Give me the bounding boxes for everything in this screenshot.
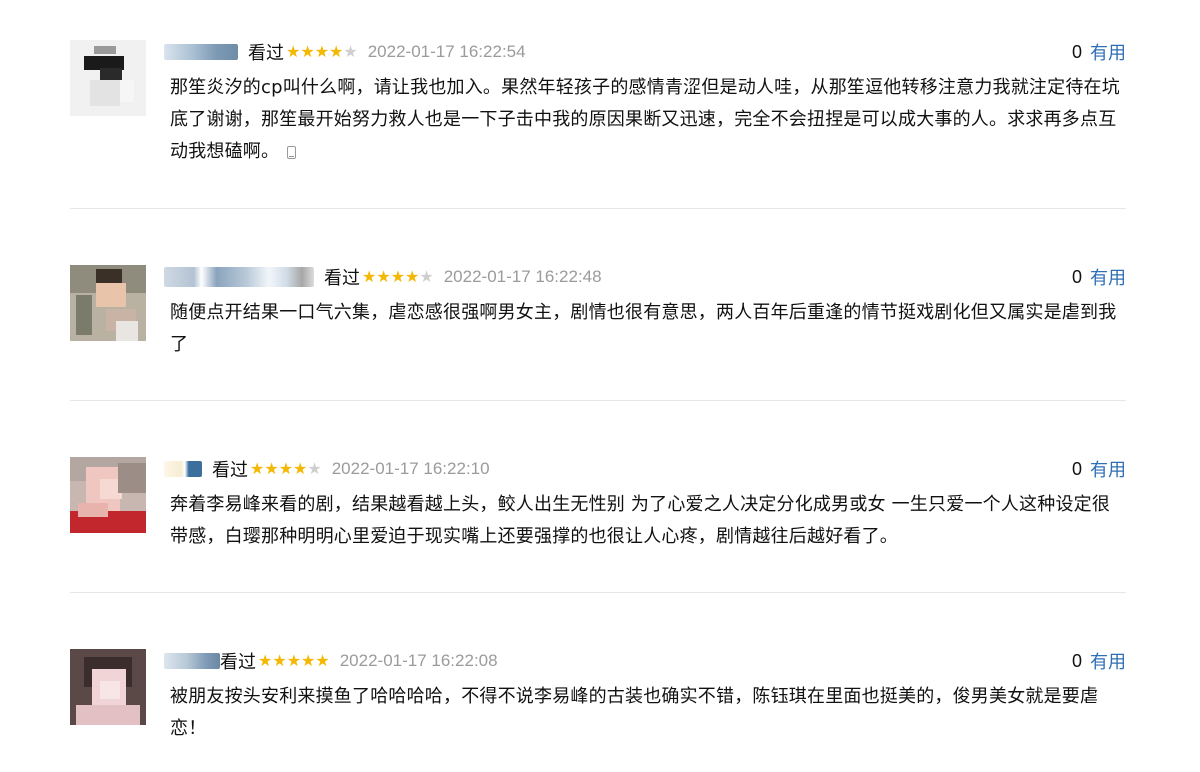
rating-stars: ★ ★ ★ ★ ★ [250,461,322,477]
useful-link[interactable]: 有用 [1090,648,1126,674]
star-filled-icon: ★ [293,459,308,478]
star-filled-icon: ★ [301,651,316,670]
useful-link[interactable]: 有用 [1090,39,1126,65]
star-filled-icon: ★ [390,267,406,286]
rating-stars: ★ ★ ★ ★ ★ [258,653,330,669]
votes: 0 有用 [1071,648,1126,674]
phone-icon [287,146,297,159]
review-text: 被朋友按头安利来摸鱼了哈哈哈哈，不得不说李易峰的古装也确实不错，陈钰琪在里面也挺… [170,686,1099,739]
avatar[interactable] [70,457,146,533]
watch-status: 看过 [324,268,360,289]
watch-status: 看过 [212,460,248,481]
review-time: 2022-01-17 16:22:10 [331,459,490,478]
review-meta: 看过 ★ ★ ★ ★ ★ 2022-01-17 16:22:54 [164,40,1126,64]
username-blurred[interactable] [164,267,314,287]
vote-count: 0 [1071,266,1082,287]
star-filled-icon: ★ [264,459,279,478]
useful-link[interactable]: 有用 [1090,264,1126,290]
star-filled-icon: ★ [329,42,344,61]
star-filled-icon: ★ [405,267,420,286]
useful-link[interactable]: 有用 [1090,456,1126,482]
star-filled-icon: ★ [314,42,330,61]
username-blurred[interactable] [164,653,220,669]
avatar[interactable] [70,265,146,341]
review-meta: 看过 ★ ★ ★ ★ ★ 2022-01-17 16:22:08 [164,649,1126,673]
vote-count: 0 [1071,41,1082,62]
vote-count: 0 [1071,458,1082,479]
votes: 0 有用 [1071,456,1126,482]
watch-status: 看过 [220,652,256,673]
review-item: 看过 ★ ★ ★ ★ ★ 2022-01-17 16:22:54 0 有用 那笙炎汐的c… [70,40,1126,180]
divider [70,208,1126,209]
review-text: 随便点开结果一口气六集，虐恋感很强啊男女主，剧情也很有意思，两人百年后重逢的情节… [170,302,1117,355]
avatar[interactable] [70,40,146,116]
divider [70,592,1126,593]
rating-stars: ★ ★ ★ ★ ★ [286,44,358,60]
star-empty-icon: ★ [307,459,322,478]
review-text: 那笙炎汐的cp叫什么啊，请让我也加入。果然年轻孩子的感情青涩但是动人哇，从那笙逗… [170,77,1120,162]
username-blurred[interactable] [164,461,202,477]
star-filled-icon: ★ [278,459,294,478]
watch-status: 看过 [248,43,284,64]
review-text-block: 奔着李易峰来看的剧，结果越看越上头，鲛人出生无性别 为了心爱之人决定分化成男或女… [170,489,1128,553]
star-filled-icon: ★ [376,267,391,286]
star-filled-icon: ★ [250,459,265,478]
star-filled-icon: ★ [300,42,315,61]
vote-count: 0 [1071,650,1082,671]
votes: 0 有用 [1071,264,1126,290]
review-text: 奔着李易峰来看的剧，结果越看越上头，鲛人出生无性别 为了心爱之人决定分化成男或女… [170,494,1111,547]
review-time: 2022-01-17 16:22:48 [443,267,602,286]
review-time: 2022-01-17 16:22:08 [339,651,498,670]
star-filled-icon: ★ [258,651,273,670]
star-empty-icon: ★ [343,42,358,61]
review-text-block: 随便点开结果一口气六集，虐恋感很强啊男女主，剧情也很有意思，两人百年后重逢的情节… [170,297,1128,361]
star-empty-icon: ★ [419,267,434,286]
divider [70,400,1126,401]
star-filled-icon: ★ [362,267,377,286]
username-blurred[interactable] [164,44,238,60]
review-text-block: 那笙炎汐的cp叫什么啊，请让我也加入。果然年轻孩子的感情青涩但是动人哇，从那笙逗… [170,72,1128,168]
votes: 0 有用 [1071,39,1126,65]
star-filled-icon: ★ [286,651,302,670]
review-meta: 看过 ★ ★ ★ ★ ★ 2022-01-17 16:22:10 [164,457,1126,481]
star-filled-icon: ★ [272,651,287,670]
review-item: 看过 ★ ★ ★ ★ ★ 2022-01-17 16:22:10 0 有用 奔着李易峰来… [70,457,1126,567]
avatar[interactable] [70,649,146,725]
star-filled-icon: ★ [286,42,301,61]
review-item: 看过 ★ ★ ★ ★ ★ 2022-01-17 16:22:48 0 有用 随便点开结果… [70,265,1126,375]
rating-stars: ★ ★ ★ ★ ★ [362,269,434,285]
review-item: 看过 ★ ★ ★ ★ ★ 2022-01-17 16:22:08 0 有用 被朋友按头安… [70,649,1126,759]
review-text-block: 被朋友按头安利来摸鱼了哈哈哈哈，不得不说李易峰的古装也确实不错，陈钰琪在里面也挺… [170,681,1128,745]
review-meta: 看过 ★ ★ ★ ★ ★ 2022-01-17 16:22:48 [164,265,1126,289]
review-time: 2022-01-17 16:22:54 [367,42,526,61]
star-filled-icon: ★ [315,651,330,670]
